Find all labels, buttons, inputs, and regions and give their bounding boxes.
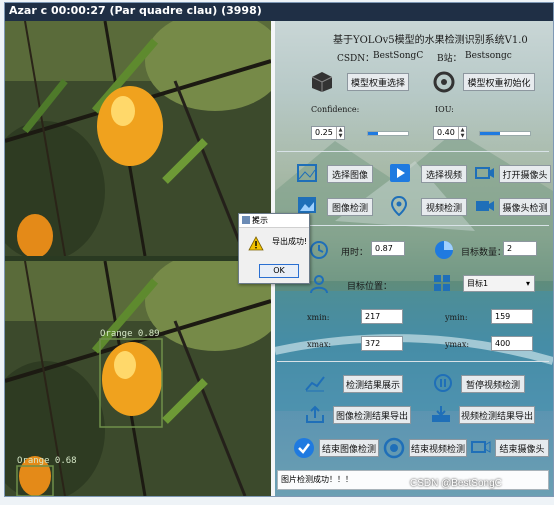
grid-icon <box>434 275 450 291</box>
watermark: CSDN @BestSongC <box>410 478 502 489</box>
app-icon <box>242 216 250 224</box>
user-icon <box>310 275 328 294</box>
control-panel: 基于YOLOv5模型的水果检测识别系统V1.0 CSDN： BestSongC … <box>275 21 553 496</box>
confidence-slider[interactable] <box>367 131 409 136</box>
play-icon <box>390 164 410 182</box>
detection-label: Orange 0.89 <box>100 329 160 339</box>
line-chart-icon <box>305 376 325 392</box>
init-weights-button[interactable]: 模型权重初始化 <box>463 73 535 91</box>
ymin-field[interactable]: 159 <box>491 309 533 324</box>
divider <box>277 361 549 362</box>
clock-icon <box>310 241 328 259</box>
time-field[interactable]: 0.87 <box>371 241 405 256</box>
xmin-field[interactable]: 217 <box>361 309 403 324</box>
iou-spinbox[interactable]: 0.40 ▲ ▼ <box>433 126 467 140</box>
csdn-label: CSDN： <box>337 54 375 64</box>
title-bar[interactable]: Azar c 00:00:27 (Par quadre clau) (3998) <box>5 3 553 21</box>
show-results-button[interactable]: 检测结果展示 <box>343 375 403 393</box>
check-circle-icon <box>294 438 314 458</box>
camera-detect-button[interactable]: 摄像头检测 <box>499 198 551 216</box>
chevron-down-icon: ▾ <box>525 279 530 288</box>
detected-image: Orange 0.89 Orange 0.68 <box>5 261 271 496</box>
camera-off-icon <box>471 441 491 453</box>
window-title: Azar c 00:00:27 (Par quadre clau) (3998) <box>9 4 262 17</box>
pause-icon <box>434 374 452 392</box>
xmax-label: xmax: <box>307 340 332 349</box>
target-position-label: 目标位置： <box>347 282 393 292</box>
cube-icon <box>311 72 333 92</box>
export-video-button[interactable]: 视频检测结果导出 <box>459 406 535 424</box>
export-image-button[interactable]: 图像检测结果导出 <box>333 406 411 424</box>
message-dialog: 提示 ✕ 导出成功! OK <box>238 213 310 284</box>
pie-chart-icon <box>435 241 453 259</box>
confidence-spinbox[interactable]: 0.25 ▲ ▼ <box>311 126 345 140</box>
download-icon <box>432 406 450 422</box>
close-camera-button[interactable]: 结束摄像头 <box>495 439 549 457</box>
ok-button[interactable]: OK <box>259 264 299 278</box>
xmax-field[interactable]: 372 <box>361 336 403 351</box>
divider <box>277 225 549 226</box>
iou-slider[interactable] <box>479 131 531 136</box>
count-field[interactable]: 2 <box>503 241 537 256</box>
end-video-detect-button[interactable]: 结束视频检测 <box>409 439 467 457</box>
dialog-title-bar[interactable]: 提示 ✕ <box>239 214 309 228</box>
confidence-label: Confidence: <box>311 105 360 114</box>
select-video-button[interactable]: 选择视频 <box>421 165 467 183</box>
camera-icon <box>475 167 494 179</box>
count-label: 目标数量： <box>461 248 507 258</box>
ymax-field[interactable]: 400 <box>491 336 533 351</box>
video-camera-icon <box>476 201 494 211</box>
location-icon <box>390 196 408 216</box>
bili-value: Bestsongc <box>465 51 512 61</box>
stop-circle-icon <box>383 437 405 459</box>
select-weights-button[interactable]: 模型权重选择 <box>347 73 409 91</box>
ymax-label: ymax: <box>445 340 470 349</box>
ymin-label: ymin: <box>445 313 468 322</box>
bili-label: B站： <box>437 54 462 64</box>
dialog-message: 导出成功! <box>272 237 308 246</box>
image-detect-button[interactable]: 图像检测 <box>327 198 373 216</box>
select-image-button[interactable]: 选择图像 <box>327 165 373 183</box>
iou-label: IOU: <box>435 105 454 114</box>
close-icon[interactable]: ✕ <box>252 215 306 224</box>
original-image <box>5 21 271 256</box>
photo-icon <box>298 197 316 213</box>
image-panel: Orange 0.89 Orange 0.68 <box>5 21 271 496</box>
pause-video-button[interactable]: 暂停视频检测 <box>461 375 525 393</box>
divider <box>277 151 549 152</box>
gear-icon <box>433 71 455 93</box>
detection-label: Orange 0.68 <box>17 456 77 466</box>
image-icon <box>297 164 317 182</box>
csdn-value: BestSongC <box>373 51 424 61</box>
system-title: 基于YOLOv5模型的水果检测识别系统V1.0 <box>333 35 528 46</box>
warning-icon <box>248 236 264 251</box>
xmin-label: xmin: <box>307 313 330 322</box>
upload-icon <box>306 405 324 423</box>
target-select[interactable]: 目标1 ▾ <box>463 275 535 292</box>
time-label: 用时： <box>341 248 369 258</box>
video-detect-button[interactable]: 视频检测 <box>421 198 467 216</box>
open-camera-button[interactable]: 打开摄像头 <box>499 165 551 183</box>
end-image-detect-button[interactable]: 结束图像检测 <box>319 439 379 457</box>
